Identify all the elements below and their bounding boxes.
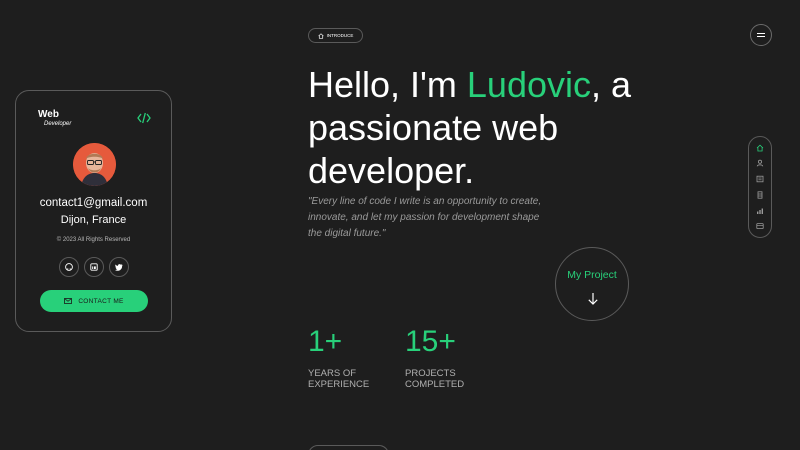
brand-title: Web: [38, 109, 59, 120]
brand-subtitle: Developer: [44, 121, 72, 127]
twitter-button[interactable]: [109, 257, 129, 277]
nav-portfolio[interactable]: [756, 222, 764, 230]
github-button[interactable]: [59, 257, 79, 277]
stat-experience: 1+ YEARS OF EXPERIENCE: [308, 325, 378, 390]
menu-button[interactable]: [750, 24, 772, 46]
social-links: [59, 257, 129, 277]
home-icon: [317, 32, 324, 39]
nav-about[interactable]: [756, 159, 764, 167]
contact-me-label: CONTACT ME: [78, 297, 124, 305]
brand-logo: Web Developer: [38, 109, 72, 128]
stat-label: YEARS OF EXPERIENCE: [308, 368, 370, 390]
home-icon: [756, 144, 764, 152]
my-project-button[interactable]: My Project: [555, 247, 629, 321]
nav-home[interactable]: [756, 144, 764, 152]
hero-suffix: , a: [591, 64, 632, 105]
stat-projects: 15+ PROJECTS COMPLETED: [405, 325, 475, 390]
profile-card: Web Developer contact1@gmail.com Dijon, …: [15, 90, 172, 332]
avatar: [73, 143, 116, 186]
page: Web Developer contact1@gmail.com Dijon, …: [0, 0, 800, 450]
location-text: Dijon, France: [60, 214, 127, 226]
hero-prefix: Hello, I'm: [308, 64, 467, 105]
portfolio-icon: [756, 223, 764, 230]
stat-value: 15+: [405, 325, 456, 358]
copyright-text: © 2023 All Rights Reserved: [56, 237, 131, 243]
hero-line-3: developer.: [308, 150, 475, 191]
my-project-label: My Project: [567, 269, 617, 281]
stat-label: PROJECTS COMPLETED: [405, 368, 465, 390]
hero-heading: Hello, I'm Ludovic, a passionate web dev…: [308, 63, 688, 192]
user-icon: [756, 159, 764, 167]
linkedin-icon: [90, 263, 98, 271]
resume-icon: [756, 175, 764, 183]
nav-skills[interactable]: [756, 207, 764, 215]
arrow-down-icon: [588, 293, 598, 305]
menu-icon: [757, 33, 765, 34]
nav-resume[interactable]: [756, 175, 764, 183]
code-icon: [137, 112, 151, 124]
contact-email[interactable]: contact1@gmail.com: [16, 197, 171, 209]
next-section-badge: [308, 445, 389, 450]
contact-me-button[interactable]: CONTACT ME: [40, 290, 148, 312]
github-icon: [65, 263, 73, 271]
skills-icon: [757, 208, 763, 214]
menu-icon-bar: [757, 36, 765, 37]
quote-text: "Every line of code I write is an opport…: [308, 196, 542, 239]
section-nav-rail: [748, 136, 772, 238]
hero-name: Ludovic: [466, 64, 591, 105]
mail-icon: [64, 298, 73, 304]
services-icon: [757, 191, 763, 199]
hero-line-2: passionate web: [308, 107, 559, 148]
linkedin-button[interactable]: [84, 257, 104, 277]
nav-services[interactable]: [756, 191, 764, 199]
stat-value: 1+: [308, 325, 343, 358]
twitter-icon: [115, 264, 123, 271]
introduce-badge: INTRODUCE: [308, 28, 363, 43]
introduce-label: INTRODUCE: [326, 33, 354, 38]
